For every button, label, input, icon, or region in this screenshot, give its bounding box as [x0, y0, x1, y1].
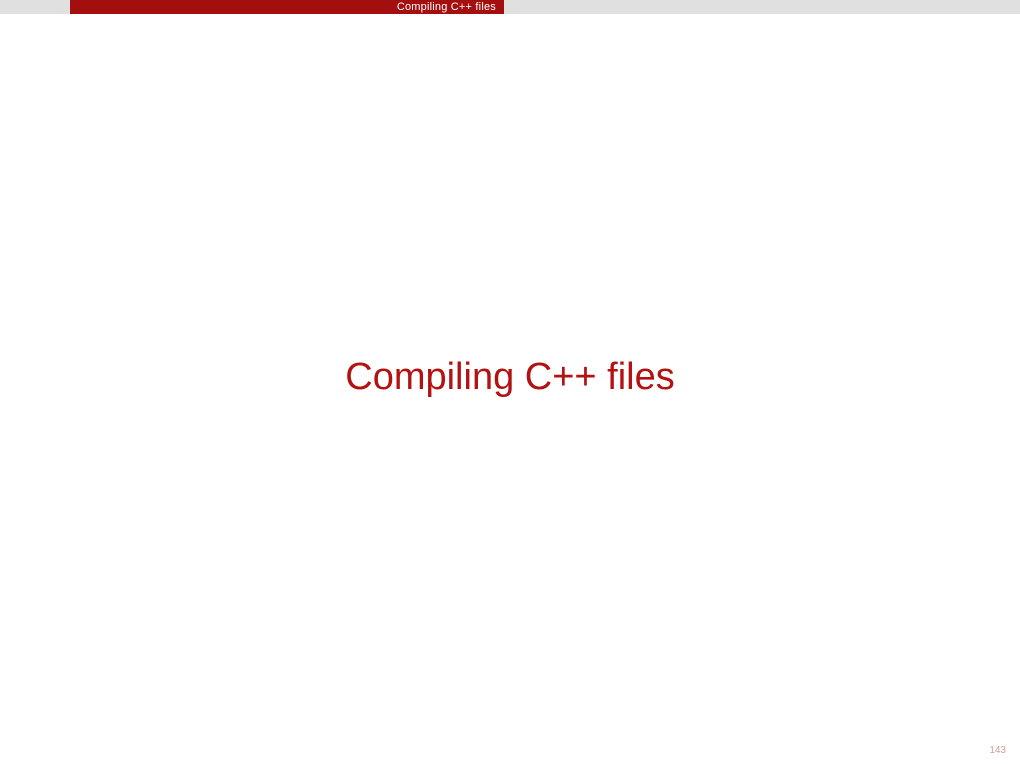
slide-content: Compiling C++ files — [0, 0, 1020, 764]
page-number: 143 — [989, 745, 1006, 756]
slide-title: Compiling C++ files — [345, 356, 674, 399]
